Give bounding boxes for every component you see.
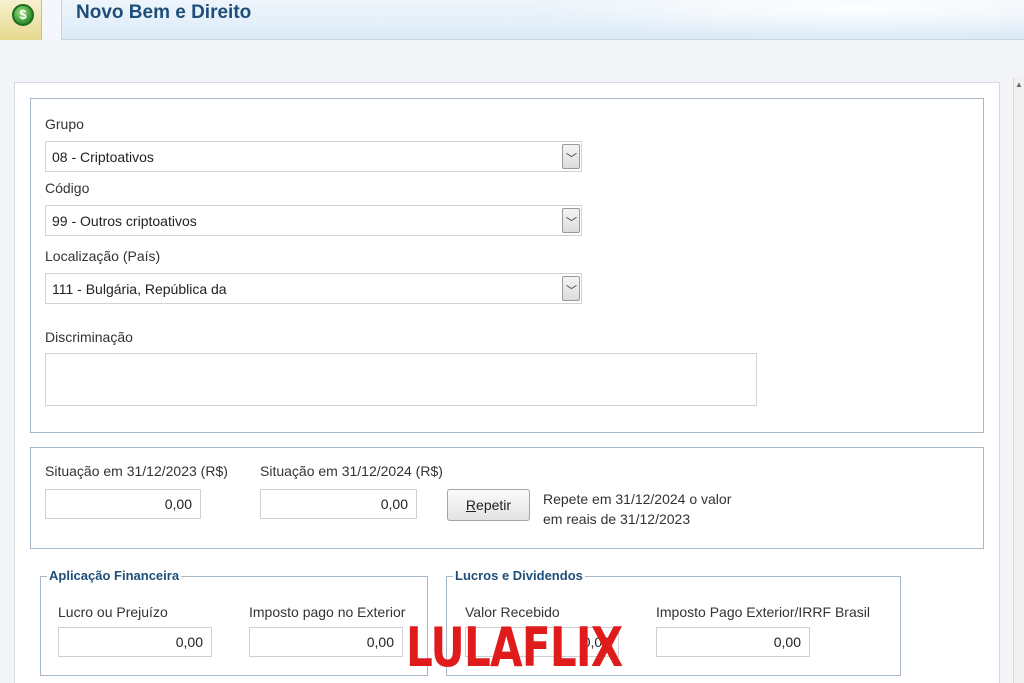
scroll-up-icon[interactable]: ▲ (1015, 80, 1023, 89)
localizacao-label: Localização (País) (45, 248, 161, 264)
chevron-down-icon: ﹀ (566, 217, 577, 229)
lucros-dividendos-title: Lucros e Dividendos (453, 568, 585, 583)
imposto-irrf-input[interactable]: 0,00 (656, 627, 810, 657)
lucro-prejuizo-label: Lucro ou Prejuízo (58, 604, 168, 620)
discriminacao-label: Discriminação (45, 329, 133, 345)
window-title: Novo Bem e Direito (76, 2, 252, 23)
lulaflix-watermark: LULAFLIX (406, 616, 623, 679)
coin-icon: $ (12, 4, 34, 26)
grupo-select[interactable]: 08 - Criptoativos ﹀ (45, 141, 582, 172)
codigo-dropdown-button[interactable]: ﹀ (562, 208, 580, 233)
imposto-irrf-label: Imposto Pago Exterior/IRRF Brasil (656, 604, 870, 620)
situacao-2024-label: Situação em 31/12/2024 (R$) (260, 463, 443, 479)
codigo-value: 99 - Outros criptoativos (52, 213, 197, 229)
header-decoration (464, 0, 1024, 40)
imposto-exterior-input[interactable]: 0,00 (249, 627, 403, 657)
chevron-down-icon: ﹀ (566, 153, 577, 165)
repetir-hint-line1: Repete em 31/12/2024 o valor (543, 491, 732, 507)
repetir-button[interactable]: Repetir (447, 489, 530, 521)
localizacao-select[interactable]: 111 - Bulgária, República da ﹀ (45, 273, 582, 304)
aplicacao-financeira-title: Aplicação Financeira (47, 568, 182, 583)
window-header: $ Novo Bem e Direito (0, 0, 1024, 40)
situacao-2023-label: Situação em 31/12/2023 (R$) (45, 463, 228, 479)
imposto-exterior-label: Imposto pago no Exterior (249, 604, 406, 620)
situacao-2024-input[interactable]: 0,00 (260, 489, 417, 519)
chevron-down-icon: ﹀ (566, 285, 577, 297)
repetir-hint-line2: em reais de 31/12/2023 (543, 511, 691, 527)
repetir-label: epetir (476, 497, 512, 513)
app-icon: $ (0, 0, 42, 40)
scrollbar[interactable]: ▲ (1013, 78, 1024, 683)
grupo-label: Grupo (45, 116, 84, 132)
aplicacao-financeira-group: Aplicação Financeira (40, 568, 428, 676)
header-tab-separator (42, 0, 62, 40)
localizacao-value: 111 - Bulgária, República da (52, 281, 227, 297)
codigo-select[interactable]: 99 - Outros criptoativos ﹀ (45, 205, 582, 236)
localizacao-dropdown-button[interactable]: ﹀ (562, 276, 580, 301)
situacao-2023-input[interactable]: 0,00 (45, 489, 201, 519)
codigo-label: Código (45, 180, 90, 196)
repetir-mnemonic: R (465, 497, 477, 513)
discriminacao-textarea[interactable] (45, 353, 757, 406)
grupo-dropdown-button[interactable]: ﹀ (562, 144, 580, 169)
lucro-prejuizo-input[interactable]: 0,00 (58, 627, 212, 657)
grupo-value: 08 - Criptoativos (52, 149, 154, 165)
